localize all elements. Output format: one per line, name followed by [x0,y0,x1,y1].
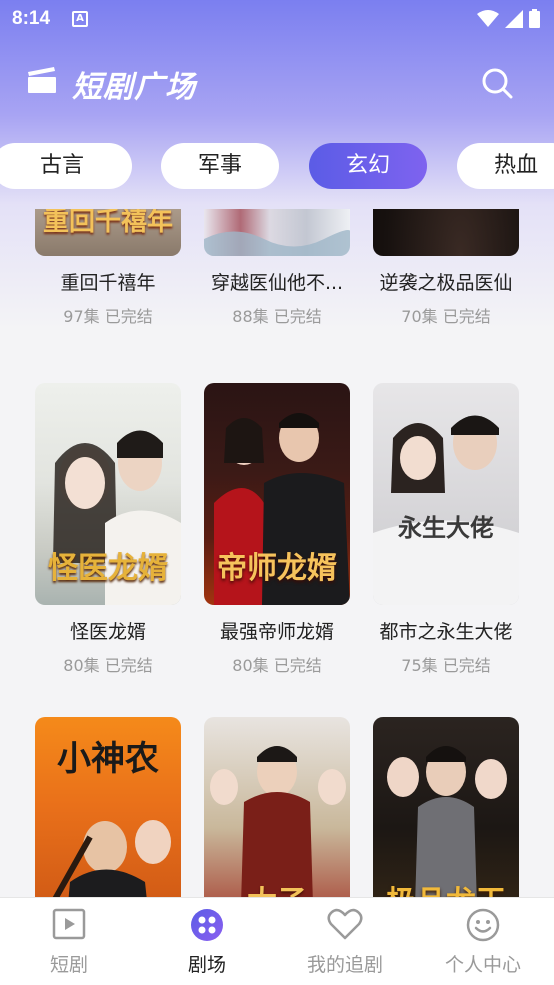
poster-title-text: 小神农 [57,739,159,779]
tab-junshi[interactable]: 军事 [161,143,279,189]
drama-poster[interactable]: 帝师龙婿 [204,383,350,605]
battery-icon [529,9,540,28]
clapperboard-icon [28,67,56,93]
drama-title[interactable]: 穿越医仙他不... [204,268,350,295]
wifi-icon [477,9,499,27]
drama-meta: 97集 已完结 [63,307,153,326]
category-tabs: 古言 军事 玄幻 热血 [0,143,554,189]
drama-card[interactable]: 穿越医仙他不... 88集 已完结 [204,209,350,327]
nav-label: 短剧 [49,954,88,976]
poster-title-text: 重回千禧年 [42,209,173,237]
drama-poster[interactable]: 重回千禧年 [35,209,181,256]
drama-poster[interactable] [204,209,350,256]
notification-badge-icon: A [72,11,88,27]
theater-icon [191,909,223,941]
drama-card[interactable]: 小神农 [35,717,181,897]
search-icon[interactable] [480,66,514,100]
drama-meta: 70集 已完结 [401,307,491,326]
nav-item-shorts[interactable]: 短剧 [0,898,138,985]
drama-card[interactable]: 永生大佬 都市之永生大佬 75集 已完结 [373,383,519,676]
drama-meta: 80集 已完结 [63,656,153,675]
drama-poster[interactable]: 极品龙王 [373,717,519,897]
drama-card[interactable]: 怪医龙婿 怪医龙婿 80集 已完结 [35,383,181,676]
nav-item-theater[interactable]: 剧场 [138,898,276,985]
tab-xuanhuan[interactable]: 玄幻 [309,143,427,189]
poster-title-text: 怪医龙婿 [48,551,168,586]
poster-title-text: 帝师龙婿 [217,551,337,586]
nav-item-profile[interactable]: 个人中心 [414,898,552,985]
app-header: 短剧广场 [0,52,554,112]
drama-title[interactable]: 怪医龙婿 [35,617,181,644]
drama-card[interactable]: 太子 [204,717,350,897]
drama-meta: 88集 已完结 [232,307,322,326]
drama-card[interactable]: 重回千禧年 重回千禧年 97集 已完结 [35,209,181,327]
drama-poster[interactable] [373,209,519,256]
heart-icon [327,908,363,940]
poster-art [204,230,350,256]
drama-card[interactable]: 极品龙王 [373,717,519,897]
poster-art [373,415,519,605]
drama-card[interactable]: 逆袭之极品医仙 70集 已完结 [373,209,519,327]
drama-poster[interactable]: 永生大佬 [373,383,519,605]
system-icons [477,9,540,28]
nav-item-following[interactable]: 我的追剧 [276,898,414,985]
drama-title[interactable]: 重回千禧年 [35,268,181,295]
bottom-navigation: 短剧 剧场 我的追剧 个人中心 [0,897,554,985]
page-title: 短剧广场 [72,70,196,105]
drama-card[interactable]: 帝师龙婿 最强帝师龙婿 80集 已完结 [204,383,350,676]
tab-rexue[interactable]: 热血 [457,143,554,189]
drama-title[interactable]: 都市之永生大佬 [373,617,519,644]
nav-label: 个人中心 [444,954,521,976]
play-icon [52,908,86,940]
signal-icon [505,9,523,28]
drama-poster[interactable]: 太子 [204,717,350,897]
poster-art [387,746,507,897]
status-bar: 8:14 A [0,0,554,38]
nav-label: 我的追剧 [306,954,383,976]
drama-title[interactable]: 逆袭之极品医仙 [373,268,519,295]
drama-meta: 75集 已完结 [401,656,491,675]
drama-poster[interactable]: 小神农 [35,717,181,897]
poster-title-text: 极品龙王 [373,877,519,897]
poster-title-text: 永生大佬 [398,513,494,542]
drama-title[interactable]: 最强帝师龙婿 [204,617,350,644]
nav-label: 剧场 [187,954,226,976]
poster-art [210,746,346,897]
tab-guyan[interactable]: 古言 [0,143,132,189]
status-time: 8:14 [12,8,51,29]
smile-icon [466,908,500,942]
drama-grid: 重回千禧年 重回千禧年 97集 已完结 穿越医仙他不... 88集 已完结 逆袭… [0,209,554,897]
drama-meta: 80集 已完结 [232,656,322,675]
poster-title-text: 太子 [204,877,350,897]
drama-poster[interactable]: 怪医龙婿 [35,383,181,605]
